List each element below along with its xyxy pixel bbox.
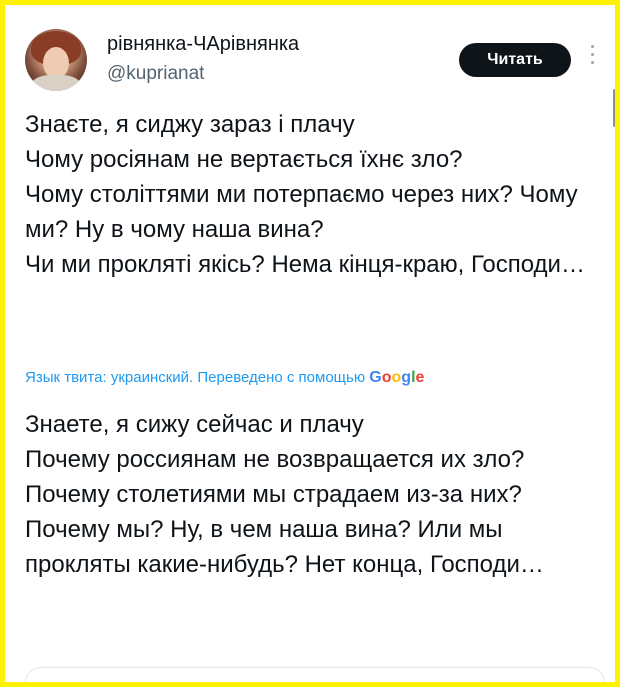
google-logo-letter: g	[401, 369, 412, 386]
google-logo-letter: e	[415, 369, 425, 386]
google-logo-letter: G	[369, 369, 382, 386]
google-logo-letter: o	[381, 369, 392, 386]
more-dot	[591, 45, 594, 48]
scrollbar[interactable]	[613, 89, 615, 127]
avatar[interactable]	[25, 29, 87, 91]
screenshot-frame: рівнянка-ЧАрівнянка @kuprianat Читать Зн…	[0, 0, 620, 687]
google-logo: Google	[369, 369, 424, 386]
tweet-original-text: Знаєте, я сиджу зараз і плачу Чому росія…	[25, 111, 585, 278]
google-logo-letter: o	[391, 369, 402, 386]
tweet-translated-text: Знаете, я сижу сейчас и плачу Почему рос…	[25, 411, 544, 578]
more-dot	[591, 61, 594, 64]
quoted-card-preview[interactable]	[25, 667, 605, 682]
translation-notice[interactable]: Язык твита: украинский. Переведено с пом…	[25, 369, 605, 387]
tweet-header: рівнянка-ЧАрівнянка @kuprianat Читать	[25, 27, 605, 97]
more-options-icon[interactable]	[591, 45, 595, 73]
more-dot	[591, 53, 594, 56]
author-handle[interactable]: @kuprianat	[107, 63, 204, 85]
translation-notice-text: Язык твита: украинский. Переведено с пом…	[25, 369, 366, 386]
avatar-body	[31, 75, 81, 91]
follow-button[interactable]: Читать	[459, 43, 571, 77]
author-display-name[interactable]: рівнянка-ЧАрівнянка	[107, 33, 299, 56]
